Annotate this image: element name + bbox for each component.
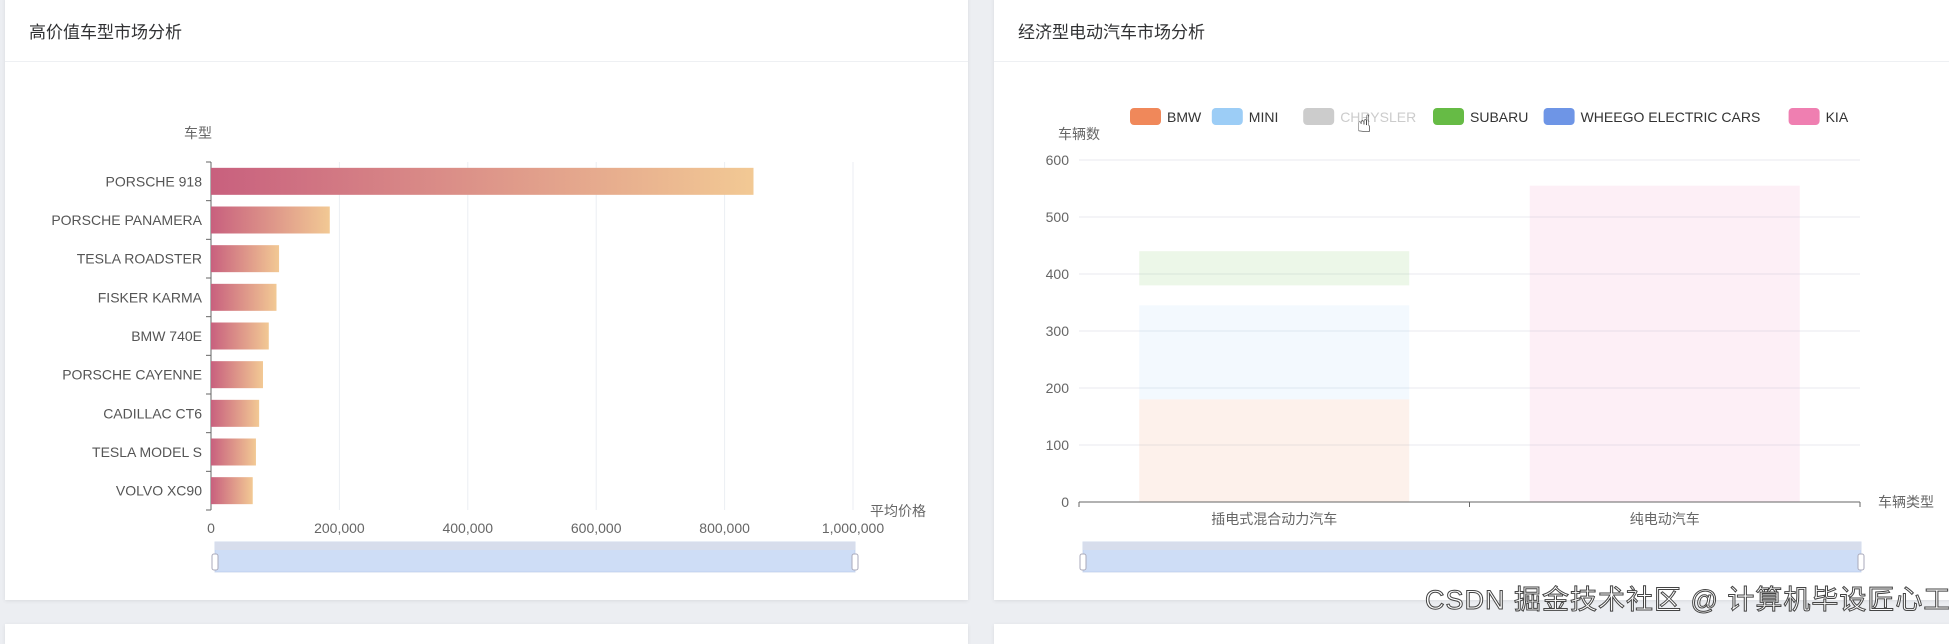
y-axis-title: 车辆数: [1058, 126, 1100, 142]
legend-swatch: [1303, 108, 1335, 125]
legend-item-wheego-electric-cars[interactable]: WHEEGO ELECTRIC CARS: [1543, 108, 1761, 125]
x-tick-label: 0: [207, 520, 215, 536]
bar-kia[interactable]: [1529, 185, 1800, 502]
legend-swatch: [1433, 108, 1464, 125]
bar-subaru[interactable]: [1139, 251, 1410, 286]
bar-porsche-panamera[interactable]: [211, 206, 330, 234]
x-tick-label: 纯电动汽车: [1630, 511, 1700, 527]
y-tick-label: PORSCHE 918: [106, 173, 203, 189]
legend-swatch: [1788, 108, 1820, 125]
x-tick-label: 200,000: [314, 520, 365, 536]
ev-stacked-chart: 0 100 200 300 400 500 600 车辆数车辆类型插电式混合动力汽车 纯电动汽车…: [1046, 108, 1934, 573]
y-tick-label: TESLA MODEL S: [92, 444, 202, 460]
y-tick-label: 600: [1046, 152, 1070, 168]
x-tick-label: 400,000: [442, 520, 493, 536]
y-tick-label: 100: [1046, 437, 1070, 453]
legend-item-subaru[interactable]: SUBARU: [1433, 108, 1528, 125]
datazoom-bar: [215, 542, 855, 550]
watermark: CSDN 掘金技术社区 @ 计算机毕设匠心工作室: [1424, 585, 1949, 616]
x-tick-label: 600,000: [571, 520, 622, 536]
legend-swatch: [1211, 108, 1243, 125]
y-tick-label: BMW 740E: [131, 328, 202, 344]
datazoom-handle-left[interactable]: [211, 553, 219, 571]
datazoom-bar: [1083, 542, 1861, 550]
y-tick-label: 400: [1046, 266, 1070, 282]
datazoom-selection[interactable]: [1083, 550, 1861, 572]
legend-label: SUBARU: [1470, 109, 1528, 125]
bar-bmw[interactable]: [1139, 399, 1410, 502]
bar-tesla-model-s[interactable]: [211, 438, 256, 466]
y-tick-label: PORSCHE PANAMERA: [51, 212, 202, 228]
y-tick-label: VOLVO XC90: [116, 483, 202, 499]
legend-swatch: [1130, 108, 1161, 125]
x-axis-title: 车辆类型: [1878, 494, 1934, 510]
x-tick-label: 800,000: [699, 520, 750, 536]
bar-tesla-roadster[interactable]: [211, 245, 280, 273]
legend-item-bmw[interactable]: BMW: [1130, 108, 1202, 125]
legend-item-kia[interactable]: KIA: [1788, 108, 1849, 125]
bar-volvo-xc90[interactable]: [211, 477, 253, 505]
hand-cursor-icon: ☝: [1357, 111, 1372, 138]
y-tick-label: 200: [1046, 380, 1070, 396]
legend-label: CHRYSLER: [1340, 109, 1416, 125]
datazoom-handle-right[interactable]: [851, 553, 859, 571]
legend-label: WHEEGO ELECTRIC CARS: [1581, 109, 1761, 125]
datazoom-selection[interactable]: [215, 550, 855, 572]
datazoom-handle-right[interactable]: [1857, 553, 1865, 571]
bar-porsche-cayenne[interactable]: [211, 361, 264, 389]
legend-label: BMW: [1167, 109, 1202, 125]
bar-fisker-karma[interactable]: [211, 283, 277, 311]
bar-bmw-740e[interactable]: [211, 322, 269, 350]
bar-mini[interactable]: [1139, 305, 1410, 400]
y-axis-title: 车型: [184, 125, 212, 141]
y-tick-label: 500: [1046, 209, 1070, 225]
y-tick-label: 0: [1061, 494, 1069, 510]
legend-label: MINI: [1249, 109, 1279, 125]
x-axis-title: 平均价格: [870, 503, 926, 519]
y-tick-label: 300: [1046, 323, 1070, 339]
y-tick-label: PORSCHE CAYENNE: [62, 367, 202, 383]
y-tick-label: FISKER KARMA: [98, 289, 203, 305]
legend-label: KIA: [1826, 109, 1849, 125]
x-tick-label: 1,000,000: [822, 520, 884, 536]
datazoom-handle-left[interactable]: [1079, 553, 1087, 571]
bar-cadillac-ct6[interactable]: [211, 399, 260, 427]
price-bar-chart: 0 200,000 400,000 600,000 800,000 1,000,000 PO…: [51, 125, 926, 573]
legend-item-mini[interactable]: MINI: [1211, 108, 1279, 125]
x-tick-label: 插电式混合动力汽车: [1211, 511, 1337, 527]
bar-porsche-918[interactable]: [211, 167, 754, 195]
y-tick-label: TESLA ROADSTER: [77, 251, 202, 267]
charts-layer: 0 200,000 400,000 600,000 800,000 1,000,000 PO…: [51, 108, 1934, 573]
y-tick-label: CADILLAC CT6: [103, 405, 202, 421]
legend-swatch: [1543, 108, 1575, 125]
